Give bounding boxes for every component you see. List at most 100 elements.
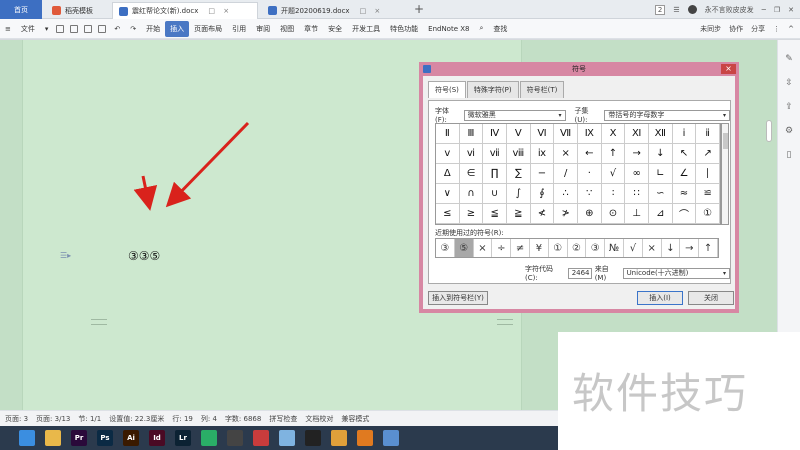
pen-icon[interactable]: ✎ <box>784 54 794 64</box>
symbol-cell[interactable]: ∠ <box>672 164 697 184</box>
symbol-cell[interactable]: ∑ <box>506 164 531 184</box>
minimize-icon[interactable]: ─ <box>762 6 766 14</box>
taskbar-item[interactable]: Id <box>144 427 170 449</box>
recent-symbol-cell[interactable]: ③ <box>586 239 606 257</box>
symbol-cell[interactable]: ≯ <box>554 204 578 224</box>
symbol-cell[interactable]: ∈ <box>459 164 484 184</box>
recent-symbol-cell[interactable]: ↑ <box>699 239 718 257</box>
preview-icon[interactable] <box>98 24 107 33</box>
taskbar-item[interactable]: Ps <box>92 427 118 449</box>
symbol-cell[interactable]: → <box>625 144 649 164</box>
symbol-cell[interactable]: − <box>530 164 555 184</box>
symbol-cell[interactable]: ⅵ <box>459 144 484 164</box>
symbol-cell[interactable]: ⌒ <box>672 204 697 224</box>
symbol-cell[interactable]: ∶ <box>601 184 626 204</box>
symbol-cell[interactable]: ∷ <box>625 184 649 204</box>
symbol-cell[interactable]: ↑ <box>601 144 626 164</box>
hamburger-icon[interactable]: ≡ <box>0 21 16 37</box>
symbol-cell[interactable]: Δ <box>436 164 460 184</box>
tab-docer-templates[interactable]: 稻壳模板 <box>46 2 99 19</box>
tab-actions[interactable]: □ × <box>360 7 384 15</box>
taskbar-item[interactable] <box>196 427 222 449</box>
symbol-cell[interactable]: Ⅳ <box>483 124 507 144</box>
encoding-select[interactable]: Unicode(十六进制) ▾ <box>622 267 730 279</box>
recent-symbol-cell[interactable]: ③ <box>436 239 455 257</box>
taskbar-item[interactable]: Pr <box>66 427 92 449</box>
recent-symbol-cell[interactable]: ② <box>568 239 587 257</box>
symbol-cell[interactable]: ∴ <box>554 184 578 204</box>
symbol-cell[interactable]: ⊿ <box>648 204 673 224</box>
insert-to-symbol-bar-button[interactable]: 插入到符号栏(Y) <box>428 291 488 305</box>
symbol-cell[interactable]: · <box>577 164 602 184</box>
menu-item-features[interactable]: 特色功能 <box>385 21 423 37</box>
symbol-cell[interactable]: ≌ <box>696 184 720 204</box>
more-icon[interactable]: ⋮ <box>773 25 780 33</box>
recent-symbol-cell[interactable]: × <box>474 239 493 257</box>
font-select[interactable]: 微软雅黑 ▾ <box>463 109 566 121</box>
symbol-cell[interactable]: ⅴ <box>436 144 460 164</box>
symbol-cell[interactable]: Ⅱ <box>436 124 460 144</box>
undo-icon[interactable]: ↶ <box>109 21 125 37</box>
symbol-cell[interactable]: ⅶ <box>483 144 507 164</box>
tab-proposal-doc[interactable]: 开题20200619.docx □ × <box>262 2 408 19</box>
dialog-close-icon[interactable]: × <box>721 64 736 74</box>
symbol-cell[interactable]: ∮ <box>530 184 555 204</box>
avatar[interactable] <box>687 5 697 14</box>
symbol-cell[interactable]: Ⅺ <box>625 124 649 144</box>
menu-item-endnote[interactable]: EndNote X8 <box>423 21 474 37</box>
window-count-badge[interactable]: 2 <box>654 4 666 15</box>
recent-symbol-cell[interactable]: → <box>680 239 700 257</box>
symbol-cell[interactable]: ∣ <box>696 164 720 184</box>
format-icon[interactable]: ⇳ <box>784 78 794 88</box>
symbol-cell[interactable]: ∞ <box>625 164 649 184</box>
menu-item-references[interactable]: 引用 <box>227 21 251 37</box>
tab-thesis-doc[interactable]: 震红帮论文(新).docx □ × <box>112 2 258 19</box>
symbol-cell[interactable]: / <box>554 164 578 184</box>
collaborate-button[interactable]: 协作 <box>729 24 743 34</box>
menu-file[interactable]: 文件 <box>16 21 40 37</box>
symbol-cell[interactable]: ≦ <box>483 204 507 224</box>
menu-item-insert[interactable]: 插入 <box>165 20 190 37</box>
dialog-title-bar[interactable]: 符号 × <box>419 62 739 76</box>
tab-symbol-bar[interactable]: 符号栏(T) <box>519 81 565 98</box>
recent-symbol-cell[interactable]: ¥ <box>530 239 549 257</box>
symbol-cell[interactable]: Ⅵ <box>530 124 555 144</box>
share-button[interactable]: 分享 <box>751 24 765 34</box>
symbol-cell[interactable]: ← <box>577 144 602 164</box>
symbol-grid-scrollbar[interactable] <box>721 123 729 225</box>
taskbar-item[interactable] <box>300 427 326 449</box>
symbol-cell[interactable]: ⅱ <box>696 124 720 144</box>
symbol-cell[interactable]: ∟ <box>648 164 673 184</box>
symbol-cell[interactable]: ↗ <box>696 144 720 164</box>
symbol-cell[interactable]: √ <box>601 164 626 184</box>
vertical-scrollbar-thumb[interactable] <box>766 120 772 142</box>
symbol-cell[interactable]: ↓ <box>648 144 673 164</box>
symbol-cell[interactable]: ⅰ <box>672 124 697 144</box>
symbol-cell[interactable]: ≧ <box>506 204 531 224</box>
file-dropdown-icon[interactable]: ▾ <box>40 21 54 37</box>
symbol-cell[interactable]: ∫ <box>506 184 531 204</box>
symbol-cell[interactable]: ∨ <box>436 184 460 204</box>
print-icon[interactable] <box>84 24 93 33</box>
symbol-cell[interactable]: Ⅸ <box>577 124 602 144</box>
restore-icon[interactable]: ❐ <box>774 6 780 14</box>
symbol-cell[interactable]: Ⅶ <box>554 124 578 144</box>
menu-item-developer[interactable]: 开发工具 <box>347 21 385 37</box>
taskbar-item[interactable]: Lr <box>170 427 196 449</box>
recent-symbol-cell[interactable]: ① <box>549 239 568 257</box>
tab-symbols[interactable]: 符号(S) <box>428 81 466 98</box>
search-icon[interactable]: ⌕ <box>475 21 489 37</box>
tab-actions[interactable]: □ × <box>208 7 232 15</box>
symbol-cell[interactable]: ⊥ <box>625 204 649 224</box>
menu-item-find[interactable]: 查找 <box>488 21 512 37</box>
menu-item-security[interactable]: 安全 <box>323 21 347 37</box>
symbol-cell[interactable]: ⊕ <box>577 204 602 224</box>
taskbar-item[interactable] <box>352 427 378 449</box>
taskbar-item[interactable] <box>378 427 404 449</box>
symbol-cell[interactable]: Ⅲ <box>459 124 484 144</box>
symbol-cell[interactable]: ① <box>696 204 720 224</box>
username[interactable]: 永不言败皮皮发 <box>705 5 754 15</box>
symbol-cell[interactable]: ≈ <box>672 184 697 204</box>
symbol-cell[interactable]: Ⅻ <box>648 124 673 144</box>
symbol-cell[interactable]: Ⅴ <box>506 124 531 144</box>
